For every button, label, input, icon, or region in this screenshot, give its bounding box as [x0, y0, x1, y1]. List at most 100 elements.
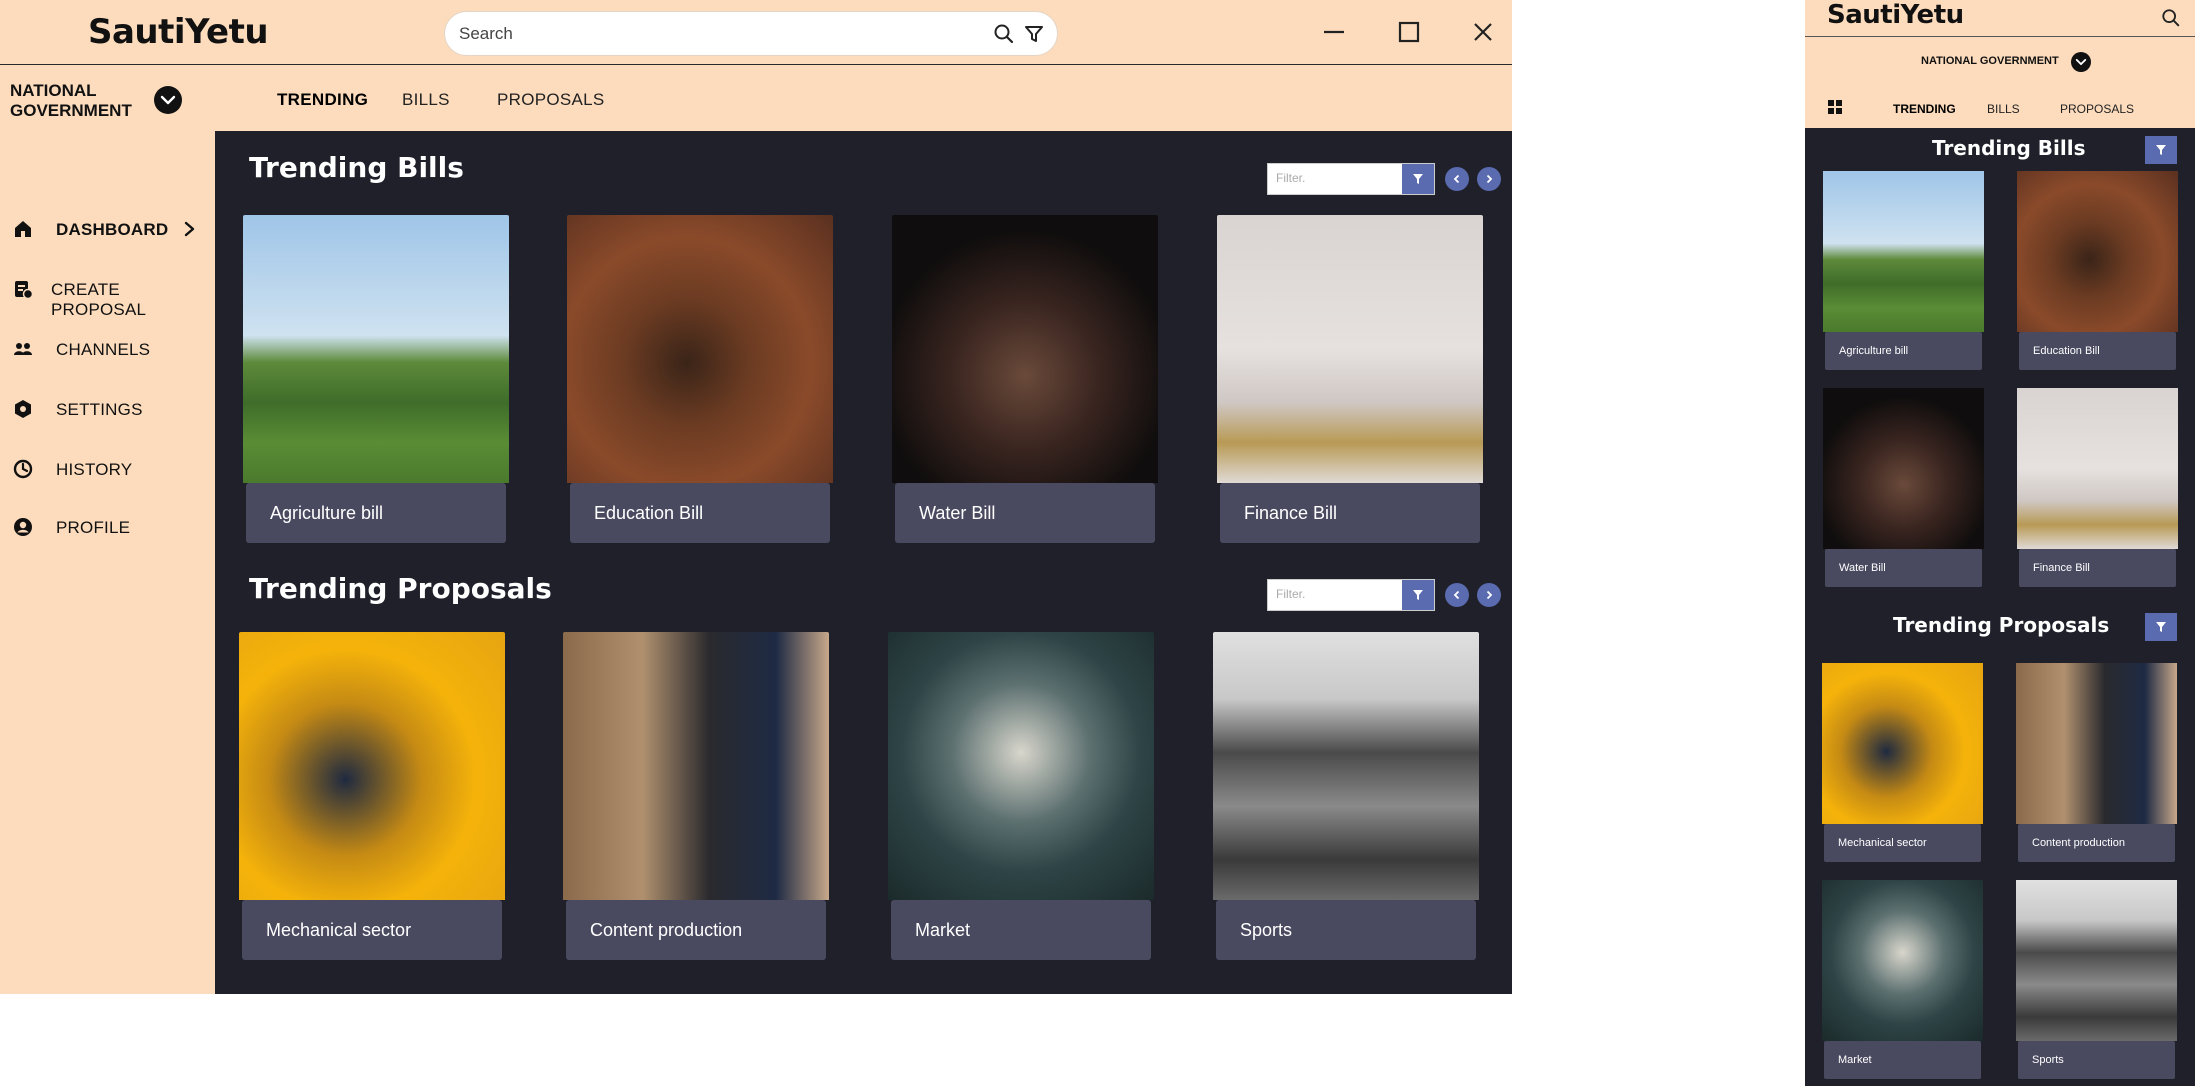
- trending-bills-title: Trending Bills: [249, 151, 464, 184]
- mechanical-image: [239, 632, 505, 900]
- bill-card-agriculture[interactable]: Agriculture bill: [1823, 171, 1984, 374]
- card-label: Sports: [2032, 1054, 2064, 1066]
- sidebar-item-channels[interactable]: CHANNELS: [0, 329, 215, 369]
- bill-card-education[interactable]: Education Bill: [567, 215, 833, 545]
- sidebar-item-history[interactable]: HISTORY: [0, 449, 215, 489]
- sidebar-item-settings[interactable]: SETTINGS: [0, 389, 215, 429]
- card-label: Agriculture bill: [270, 503, 384, 523]
- card-label: Finance Bill: [2033, 562, 2090, 574]
- bill-card-agriculture[interactable]: Agriculture bill: [243, 215, 509, 545]
- bill-card-finance[interactable]: Finance Bill: [2017, 388, 2178, 591]
- chevron-down-icon[interactable]: [154, 86, 182, 119]
- filter-icon[interactable]: [1023, 23, 1045, 50]
- close-button[interactable]: [1465, 14, 1501, 50]
- tab-bills[interactable]: BILLS: [402, 90, 450, 110]
- filter-icon: [2156, 622, 2166, 632]
- bill-card-water[interactable]: Water Bill: [892, 215, 1158, 545]
- agriculture-image: [243, 215, 509, 483]
- proposals-next-button[interactable]: [1477, 583, 1501, 607]
- government-selector-label[interactable]: NATIONAL GOVERNMENT: [10, 81, 140, 121]
- proposal-card-mechanical[interactable]: Mechanical sector: [239, 632, 505, 962]
- card-label: Sports: [1240, 920, 1293, 940]
- chevron-left-icon: [1453, 174, 1460, 184]
- card-label: Water Bill: [919, 503, 996, 523]
- app-logo[interactable]: SautiYetu: [88, 12, 269, 52]
- bills-prev-button[interactable]: [1445, 167, 1469, 191]
- maximize-button[interactable]: [1391, 14, 1427, 50]
- education-image: [567, 215, 833, 483]
- sidebar-item-label: HISTORY: [56, 460, 133, 479]
- sidebar-item-create-proposal[interactable]: CREATE PROPOSAL: [0, 269, 215, 319]
- sidebar-item-label: CHANNELS: [56, 340, 151, 359]
- search-bar[interactable]: [444, 11, 1058, 56]
- sidebar-item-label: DASHBOARD: [56, 220, 169, 239]
- proposal-card-sports[interactable]: Sports: [1213, 632, 1479, 962]
- settings-icon: [15, 400, 31, 418]
- bills-filter-input[interactable]: [1276, 171, 1396, 185]
- proposal-card-market[interactable]: Market: [888, 632, 1154, 962]
- trending-proposals-title: Trending Proposals: [249, 572, 552, 605]
- tab-trending[interactable]: TRENDING: [277, 90, 368, 110]
- proposals-filter-button[interactable]: [2145, 613, 2177, 641]
- minimize-icon: [1324, 30, 1344, 34]
- profile-icon: [14, 518, 32, 536]
- filter-icon: [2156, 145, 2166, 155]
- proposals-prev-button[interactable]: [1445, 583, 1469, 607]
- card-label: Water Bill: [1839, 562, 1886, 574]
- chevron-right-icon: [1486, 590, 1493, 600]
- sidebar-item-label: SETTINGS: [56, 400, 143, 419]
- tab-proposals[interactable]: PROPOSALS: [2060, 102, 2134, 116]
- proposals-filter-input[interactable]: [1276, 587, 1396, 601]
- app-logo[interactable]: SautiYetu: [1827, 0, 1964, 30]
- proposal-card-mechanical[interactable]: Mechanical sector: [1822, 663, 1983, 866]
- proposal-card-sports[interactable]: Sports: [2016, 880, 2177, 1083]
- market-image: [888, 632, 1154, 900]
- bills-filter-button[interactable]: [2145, 136, 2177, 164]
- trending-proposals-title: Trending Proposals: [1893, 613, 2110, 637]
- bill-card-water[interactable]: Water Bill: [1823, 388, 1984, 591]
- sports-image: [2016, 880, 2177, 1041]
- finance-image: [2017, 388, 2178, 549]
- bills-next-button[interactable]: [1477, 167, 1501, 191]
- card-label: Market: [1838, 1054, 1872, 1066]
- sidebar-item-dashboard[interactable]: DASHBOARD: [0, 209, 215, 249]
- government-label-line2: GOVERNMENT: [10, 101, 132, 120]
- maximize-icon: [1398, 21, 1420, 43]
- bill-card-finance[interactable]: Finance Bill: [1217, 215, 1483, 545]
- desktop-window: SautiYetu NATIONAL GOVERNMENT TREN: [0, 0, 1512, 994]
- filter-icon: [1413, 174, 1423, 184]
- top-bar: SautiYetu: [0, 0, 1512, 65]
- bills-filter[interactable]: [1267, 163, 1435, 195]
- tab-proposals[interactable]: PROPOSALS: [497, 90, 605, 110]
- card-label: Finance Bill: [1244, 503, 1338, 523]
- card-label: Mechanical sector: [1838, 837, 1927, 849]
- close-icon: [1474, 23, 1492, 41]
- sidebar-item-profile[interactable]: PROFILE: [0, 507, 215, 547]
- search-input[interactable]: [459, 23, 979, 45]
- proposal-card-content[interactable]: Content production: [2016, 663, 2177, 866]
- chevron-down-icon[interactable]: [2071, 52, 2091, 77]
- minimize-button[interactable]: [1316, 14, 1352, 50]
- agriculture-image: [1823, 171, 1984, 332]
- chevron-right-icon: [184, 221, 195, 237]
- search-icon[interactable]: [993, 23, 1015, 50]
- filter-icon: [1413, 590, 1423, 600]
- bills-filter-button[interactable]: [1402, 164, 1434, 194]
- government-selector-label[interactable]: NATIONAL GOVERNMENT: [1921, 55, 2059, 67]
- government-bar: NATIONAL GOVERNMENT TRENDING BILLS PROPO…: [0, 66, 1512, 131]
- sports-image: [1213, 632, 1479, 900]
- bill-card-education[interactable]: Education Bill: [2017, 171, 2178, 374]
- proposal-card-market[interactable]: Market: [1822, 880, 1983, 1083]
- search-icon[interactable]: [2161, 8, 2181, 33]
- card-label: Education Bill: [594, 503, 704, 523]
- tab-trending[interactable]: TRENDING: [1893, 102, 1956, 116]
- proposals-filter-button[interactable]: [1402, 580, 1434, 610]
- home-icon: [15, 221, 31, 237]
- channels-icon: [14, 343, 32, 355]
- proposals-filter[interactable]: [1267, 579, 1435, 611]
- card-label: Education Bill: [2033, 345, 2100, 357]
- proposal-card-content[interactable]: Content production: [563, 632, 829, 962]
- tab-bills[interactable]: BILLS: [1987, 102, 2020, 116]
- grid-menu-icon[interactable]: [1827, 99, 1843, 120]
- sidebar-item-label: CREATE PROPOSAL: [51, 280, 147, 319]
